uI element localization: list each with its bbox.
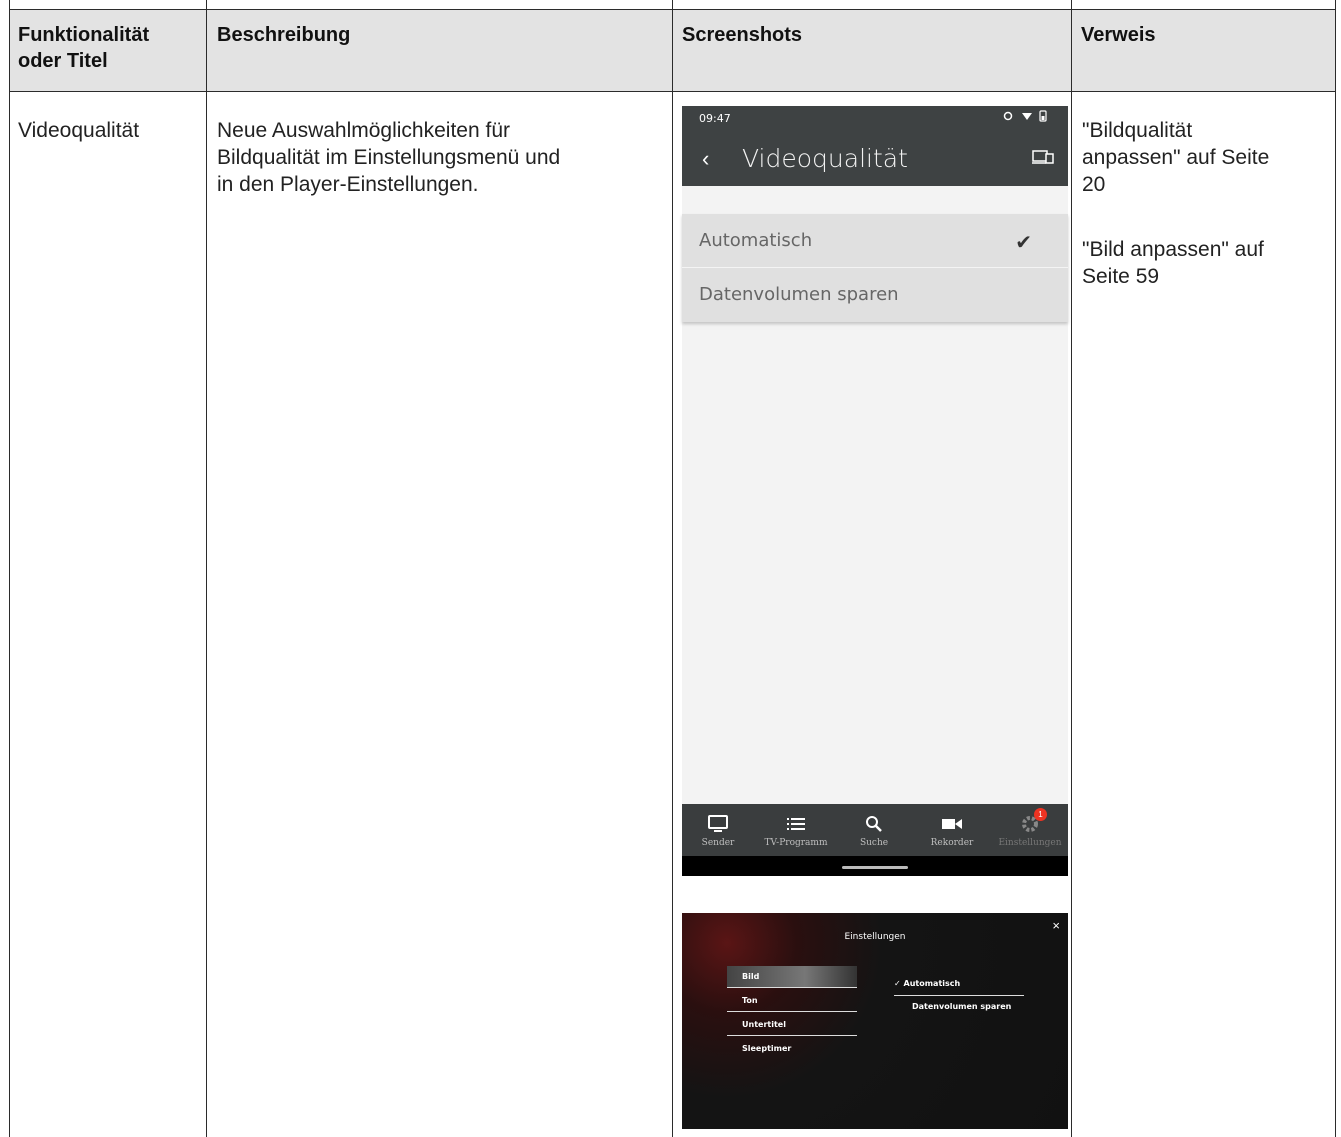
menu-item-sleeptimer[interactable]: Sleeptimer xyxy=(727,1038,857,1060)
reference-link[interactable]: "Bildqualität anpassen" auf Seite 20 xyxy=(1082,117,1269,198)
back-icon[interactable]: ‹ xyxy=(702,146,709,172)
column-divider xyxy=(9,0,10,1137)
quality-options: Automatisch ✔ Datenvolumen sparen xyxy=(682,214,1068,322)
notification-badge: 1 xyxy=(1034,808,1047,821)
menu-item-untertitel[interactable]: Untertitel xyxy=(727,1014,857,1036)
nav-suche[interactable]: Suche xyxy=(839,812,909,848)
reference-link[interactable]: "Bild anpassen" auf Seite 59 xyxy=(1082,236,1264,290)
option-datenvolumen[interactable]: Datenvolumen sparen xyxy=(699,284,899,305)
column-divider xyxy=(672,0,673,1137)
feature-table: Funktionalität oder Titel Beschreibung S… xyxy=(0,0,1341,1137)
column-divider xyxy=(1335,0,1336,1137)
screen-title: Videoqualität xyxy=(742,144,908,173)
player-option-automatisch[interactable]: ✓ Automatisch xyxy=(894,979,960,988)
status-icons xyxy=(1002,110,1054,125)
header-reference: Verweis xyxy=(1081,24,1156,46)
check-icon: ✓ xyxy=(894,979,901,988)
player-option-datenvolumen[interactable]: Datenvolumen sparen xyxy=(912,1002,1011,1011)
header-description: Beschreibung xyxy=(217,24,351,46)
option-automatisch[interactable]: Automatisch xyxy=(699,230,812,251)
player-settings-title: Einstellungen xyxy=(844,932,906,942)
check-icon: ✔ xyxy=(1015,232,1032,254)
divider xyxy=(682,267,1068,268)
nav-tv-programm[interactable]: TV-Programm xyxy=(761,812,831,848)
column-divider xyxy=(1071,0,1072,1137)
status-time: 09:47 xyxy=(699,112,731,125)
nav-sender[interactable]: Sender xyxy=(683,812,753,848)
menu-item-ton[interactable]: Ton xyxy=(727,990,857,1012)
list-icon xyxy=(787,818,805,830)
nav-rekorder[interactable]: Rekorder xyxy=(917,812,987,848)
device-icon[interactable] xyxy=(1032,150,1054,164)
wifi-icon xyxy=(1003,110,1047,122)
search-icon xyxy=(866,816,882,832)
tv-icon xyxy=(708,815,728,832)
close-icon[interactable]: × xyxy=(1052,918,1060,933)
header-feature: Funktionalität oder Titel xyxy=(18,24,150,72)
cell-description: Neue Auswahlmöglichkeiten für Bildqualit… xyxy=(217,119,561,196)
phone-screenshot: 09:47 ‹ Videoqualität Automatisch ✔ Date… xyxy=(682,106,1068,876)
cell-title: Videoqualität xyxy=(18,119,140,142)
column-divider xyxy=(206,0,207,1137)
camera-icon xyxy=(942,819,962,829)
menu-item-bild[interactable]: Bild xyxy=(727,966,857,988)
divider xyxy=(894,995,1024,996)
header-screenshots: Screenshots xyxy=(682,24,803,46)
home-indicator[interactable] xyxy=(842,866,908,869)
player-settings-screenshot: Einstellungen × Bild Ton Untertitel Slee… xyxy=(682,913,1068,1129)
app-header: 09:47 ‹ Videoqualität xyxy=(682,106,1068,186)
nav-einstellungen[interactable]: 1 Einstellungen xyxy=(995,808,1065,848)
bottom-nav: Sender TV-Programm Suche Rekorder 1 Eins… xyxy=(682,804,1068,876)
